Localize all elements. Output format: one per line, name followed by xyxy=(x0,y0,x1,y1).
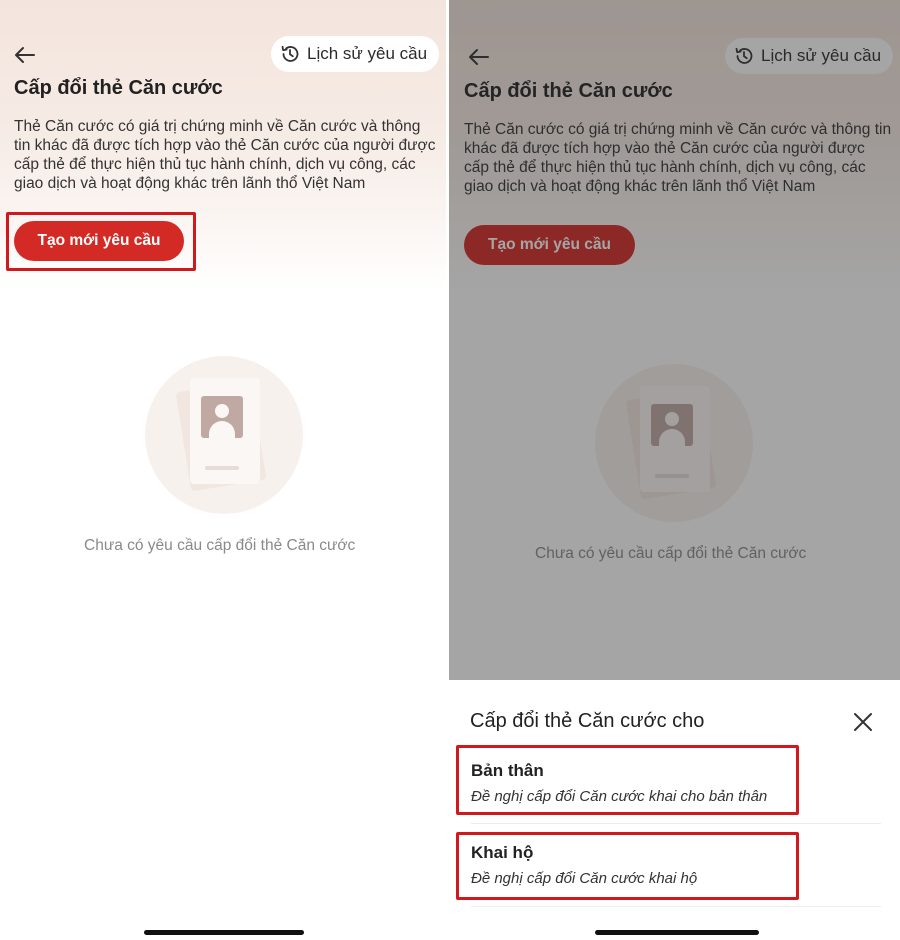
close-button[interactable] xyxy=(849,708,877,736)
avatar-icon xyxy=(201,396,243,438)
option-subtitle: Đề nghị cấp đổi Căn cước khai hộ xyxy=(471,870,698,887)
option-subtitle: Đề nghị cấp đổi Căn cước khai cho bản th… xyxy=(471,788,768,805)
option-divider xyxy=(471,823,881,824)
empty-state-text: Chưa có yêu cầu cấp đổi thẻ Căn cước xyxy=(84,537,356,554)
close-icon xyxy=(849,708,877,736)
history-button-label: Lịch sử yêu cầu xyxy=(307,44,428,63)
home-indicator[interactable] xyxy=(595,930,759,935)
option-ban-than[interactable]: Bản thân Đề nghị cấp đổi Căn cước khai c… xyxy=(449,750,900,824)
page-description: Thẻ Căn cước có giá trị chứng minh về Că… xyxy=(14,118,436,192)
bottom-sheet: Cấp đổi thẻ Căn cước cho Bản thân Đề ngh… xyxy=(449,680,900,940)
home-indicator[interactable] xyxy=(144,930,304,935)
option-khai-ho[interactable]: Khai hộ Đề nghị cấp đổi Căn cước khai hộ xyxy=(449,832,900,904)
arrow-left-icon xyxy=(10,47,40,74)
page-title: Cấp đổi thẻ Căn cước xyxy=(14,77,223,99)
modal-overlay[interactable] xyxy=(449,0,900,680)
option-divider xyxy=(471,906,881,907)
screen-main: Lịch sử yêu cầu Cấp đổi thẻ Căn cước Thẻ… xyxy=(0,0,446,940)
back-button[interactable] xyxy=(10,40,40,70)
create-request-button[interactable]: Tạo mới yêu cầu xyxy=(14,221,184,261)
history-button[interactable]: Lịch sử yêu cầu xyxy=(271,36,440,72)
option-title: Bản thân xyxy=(471,761,544,780)
screen-bottom-sheet: Lịch sử yêu cầu Cấp đổi thẻ Căn cước Thẻ… xyxy=(449,0,900,940)
empty-state-illustration xyxy=(145,356,303,514)
sheet-title: Cấp đổi thẻ Căn cước cho xyxy=(470,710,705,732)
option-title: Khai hộ xyxy=(471,843,534,862)
history-clock-icon xyxy=(279,43,301,65)
